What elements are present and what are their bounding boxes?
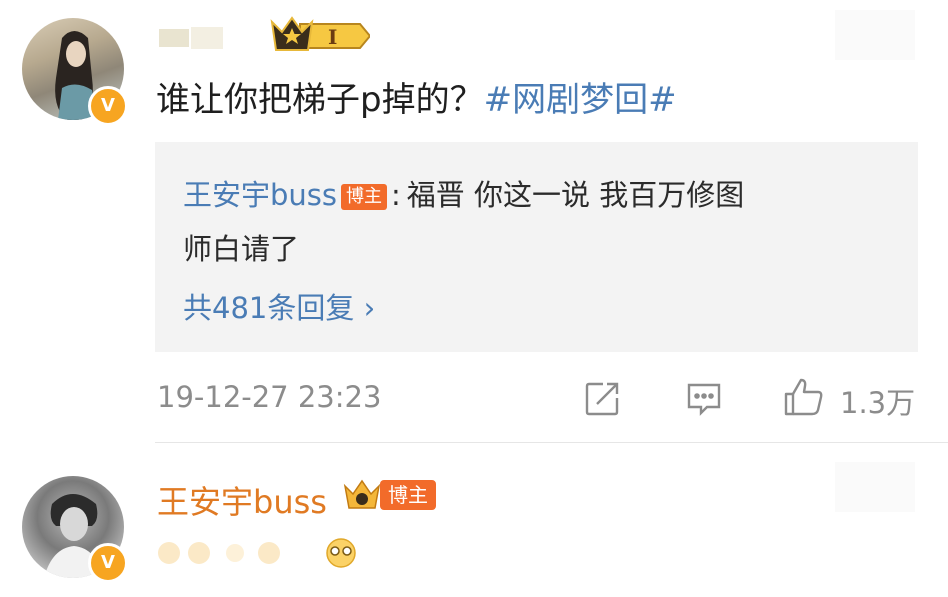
more-replies-link[interactable]: 共481条回复 ›	[183, 285, 375, 327]
comment-text: 谁让你把梯子p掉的？#网剧梦回#	[156, 72, 677, 121]
reply-text-continued: 师白请了	[183, 232, 300, 266]
emoji-row	[157, 535, 367, 571]
reply-separator: :	[391, 178, 401, 212]
verified-v-icon: V	[88, 543, 128, 583]
blogger-tag-2: 博主	[380, 480, 436, 510]
timestamp: 19-12-27 23:23	[157, 380, 382, 414]
reply-author-link[interactable]: 王安宇buss	[183, 178, 337, 212]
options-area	[835, 10, 915, 60]
like-icon[interactable]	[782, 376, 824, 418]
options-area-2	[835, 462, 915, 512]
divider	[155, 442, 948, 443]
comment-body: 谁让你把梯子p掉的？	[156, 80, 484, 120]
reply-text: 福晋 你这一说 我百万修图	[406, 178, 745, 212]
crown-icon	[343, 478, 381, 512]
level-badge-faded	[155, 23, 227, 53]
share-icon[interactable]	[583, 380, 621, 418]
comment-icon[interactable]	[685, 380, 723, 418]
crown-icon: I	[270, 14, 372, 54]
reply-line-1: 王安宇buss 博主: 福晋 你这一说 我百万修图	[183, 172, 744, 214]
rank-badge-label: I	[328, 25, 337, 49]
blogger-tag: 博主	[341, 184, 388, 210]
commenter-name-2[interactable]: 王安宇buss	[157, 477, 327, 523]
like-count: 1.3万	[840, 386, 916, 420]
hashtag-link[interactable]: #网剧梦回#	[484, 80, 677, 120]
verified-v-icon: V	[88, 86, 128, 126]
